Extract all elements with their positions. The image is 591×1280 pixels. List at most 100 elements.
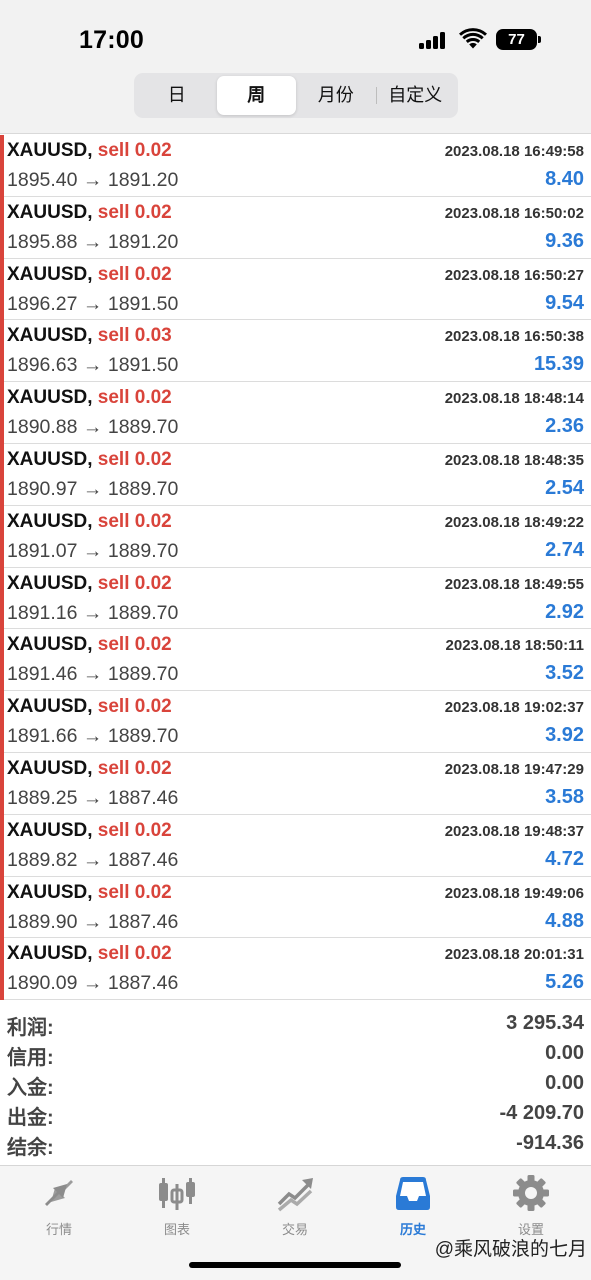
summary-label: 入金: — [7, 1077, 54, 1099]
trade-profit: 3.58 — [545, 785, 584, 808]
trade-symbol-line: XAUUSD, sell 0.02 — [7, 202, 172, 224]
trade-row[interactable]: XAUUSD, sell 0.02 2023.08.18 19:47:29 1889… — [0, 752, 591, 815]
trade-prices: 1890.97 → 1889.70 — [7, 478, 178, 501]
trade-profit: 2.74 — [545, 538, 584, 561]
summary-value: 0.00 — [545, 1042, 584, 1064]
summary-label: 出金: — [7, 1107, 54, 1129]
trade-open-price: 1890.97 — [7, 477, 78, 500]
trade-side-volume: sell 0.02 — [97, 201, 172, 223]
arrow-right-icon: → — [77, 416, 108, 439]
trade-close-price: 1889.70 — [107, 477, 179, 500]
status-bar: 17:00 77 — [0, 0, 591, 64]
trade-symbol-line: XAUUSD, sell 0.02 — [7, 387, 172, 409]
tab-trade[interactable]: 交易 — [236, 1174, 354, 1238]
trade-close-time: 2023.08.18 19:02:37 — [444, 699, 584, 717]
trade-close-price: 1887.46 — [107, 910, 179, 933]
trade-symbol-line: XAUUSD, sell 0.02 — [7, 264, 172, 286]
segment-month[interactable]: 月份 — [296, 76, 376, 115]
arrow-right-icon: → — [77, 477, 108, 500]
trade-side-volume: sell 0.02 — [97, 448, 172, 470]
trade-open-price: 1891.46 — [7, 663, 78, 686]
trade-row[interactable]: XAUUSD, sell 0.02 2023.08.18 19:48:37 1889… — [0, 814, 591, 877]
home-indicator[interactable] — [189, 1262, 401, 1268]
segment-day[interactable]: 日 — [137, 76, 217, 115]
trade-close-price: 1887.46 — [107, 972, 179, 995]
watermark-text: @乘风破浪的七月 — [434, 1239, 587, 1260]
trade-side-volume: sell 0.02 — [97, 881, 172, 903]
trade-symbol-line: XAUUSD, sell 0.02 — [7, 758, 172, 780]
trade-close-price: 1889.70 — [107, 663, 179, 686]
trade-close-price: 1889.70 — [107, 539, 179, 562]
trade-open-price: 1891.16 — [7, 601, 78, 624]
trade-close-price: 1887.46 — [107, 786, 179, 809]
trade-prices: 1890.09 → 1887.46 — [7, 972, 178, 995]
arrow-right-icon: → — [77, 663, 108, 686]
summary-row: 利润: 3 295.34 — [0, 1010, 591, 1040]
trade-profit: 9.54 — [545, 291, 584, 314]
trade-symbol: XAUUSD, — [7, 140, 93, 161]
trade-close-price: 1891.20 — [107, 230, 179, 253]
trade-profit: 5.26 — [545, 971, 584, 994]
trade-profit: 4.72 — [545, 847, 584, 870]
trade-row[interactable]: XAUUSD, sell 0.03 2023.08.18 16:50:38 1896… — [0, 320, 591, 383]
arrow-right-icon: → — [77, 910, 108, 933]
trade-symbol: XAUUSD, — [7, 263, 93, 285]
trade-row[interactable]: XAUUSD, sell 0.02 2023.08.18 16:50:02 1895… — [0, 196, 591, 259]
summary-label: 利润: — [7, 1017, 54, 1039]
trade-side-volume: sell 0.03 — [97, 325, 172, 347]
trade-row[interactable]: XAUUSD, sell 0.02 2023.08.18 18:48:14 1890… — [0, 382, 591, 444]
trade-close-time: 2023.08.18 18:49:22 — [444, 513, 584, 531]
trade-open-price: 1889.82 — [7, 848, 78, 871]
trade-profit: 3.92 — [545, 724, 584, 747]
trade-prices: 1889.90 → 1887.46 — [7, 911, 178, 934]
trade-close-price: 1889.70 — [107, 725, 179, 748]
tab-quotes[interactable]: 行情 — [0, 1174, 118, 1238]
trade-symbol-line: XAUUSD, sell 0.03 — [7, 325, 172, 347]
trade-symbol-line: XAUUSD, sell 0.02 — [7, 449, 172, 471]
trade-profit: 15.39 — [533, 353, 584, 376]
trade-icon — [277, 1178, 313, 1212]
trade-open-price: 1895.88 — [7, 230, 78, 253]
trade-row[interactable]: XAUUSD, sell 0.02 2023.08.18 18:48:35 1890… — [0, 443, 591, 506]
trade-row[interactable]: XAUUSD, sell 0.02 2023.08.18 16:49:58 1895… — [0, 135, 591, 197]
trade-open-price: 1891.07 — [7, 539, 78, 562]
trade-prices: 1890.88 → 1889.70 — [7, 416, 178, 439]
trade-row[interactable]: XAUUSD, sell 0.02 2023.08.18 19:02:37 1891… — [0, 691, 591, 753]
trade-prices: 1895.88 → 1891.20 — [7, 231, 178, 254]
history-icon — [396, 1177, 430, 1210]
trade-open-price: 1890.88 — [7, 416, 78, 439]
tab-history[interactable]: 历史 — [354, 1174, 472, 1238]
trade-close-time: 2023.08.18 19:48:37 — [444, 822, 584, 840]
trade-row[interactable]: XAUUSD, sell 0.02 2023.08.18 18:49:55 1891… — [0, 567, 591, 630]
trade-side-volume: sell 0.02 — [97, 572, 172, 594]
arrow-right-icon: → — [77, 786, 108, 809]
trade-profit: 3.52 — [545, 662, 584, 685]
trade-close-price: 1891.50 — [107, 354, 179, 377]
quotes-icon — [45, 1180, 73, 1206]
trade-row[interactable]: XAUUSD, sell 0.02 2023.08.18 19:49:06 1889… — [0, 876, 591, 939]
segment-week[interactable]: 周 — [216, 76, 296, 115]
trade-profit: 2.36 — [545, 415, 584, 438]
trade-row[interactable]: XAUUSD, sell 0.02 2023.08.18 16:50:27 1896… — [0, 258, 591, 321]
trade-row[interactable]: XAUUSD, sell 0.02 2023.08.18 18:49:22 1891… — [0, 505, 591, 568]
trade-open-price: 1889.25 — [7, 786, 78, 809]
tab-chart[interactable]: 图表 — [118, 1174, 236, 1238]
trade-row[interactable]: XAUUSD, sell 0.02 2023.08.18 18:50:11 1891… — [0, 629, 591, 692]
arrow-right-icon: → — [77, 230, 108, 253]
trade-prices: 1896.27 → 1891.50 — [7, 293, 178, 316]
trade-symbol: XAUUSD, — [7, 387, 93, 409]
trade-open-price: 1889.90 — [7, 910, 78, 933]
trade-profit: 4.88 — [545, 909, 584, 932]
trade-prices: 1889.82 → 1887.46 — [7, 849, 178, 872]
trade-close-time: 2023.08.18 16:50:27 — [444, 266, 584, 284]
trade-side-volume: sell 0.02 — [97, 757, 172, 779]
wifi-icon — [459, 28, 487, 49]
summary-value: 3 295.34 — [506, 1012, 584, 1034]
tab-settings[interactable]: 设置 — [472, 1174, 590, 1238]
segment-custom[interactable]: 自定义 — [375, 76, 456, 115]
trade-symbol-line: XAUUSD, sell 0.02 — [7, 511, 172, 533]
trade-row[interactable]: XAUUSD, sell 0.02 2023.08.18 20:01:31 1890… — [0, 938, 591, 1001]
trade-symbol-line: XAUUSD, sell 0.02 — [7, 634, 172, 656]
trade-open-price: 1896.63 — [7, 354, 78, 377]
account-summary: 利润: 3 295.34 信用: 0.00 入金: 0.00 出金: -4 209.70 结余:… — [0, 1010, 591, 1160]
